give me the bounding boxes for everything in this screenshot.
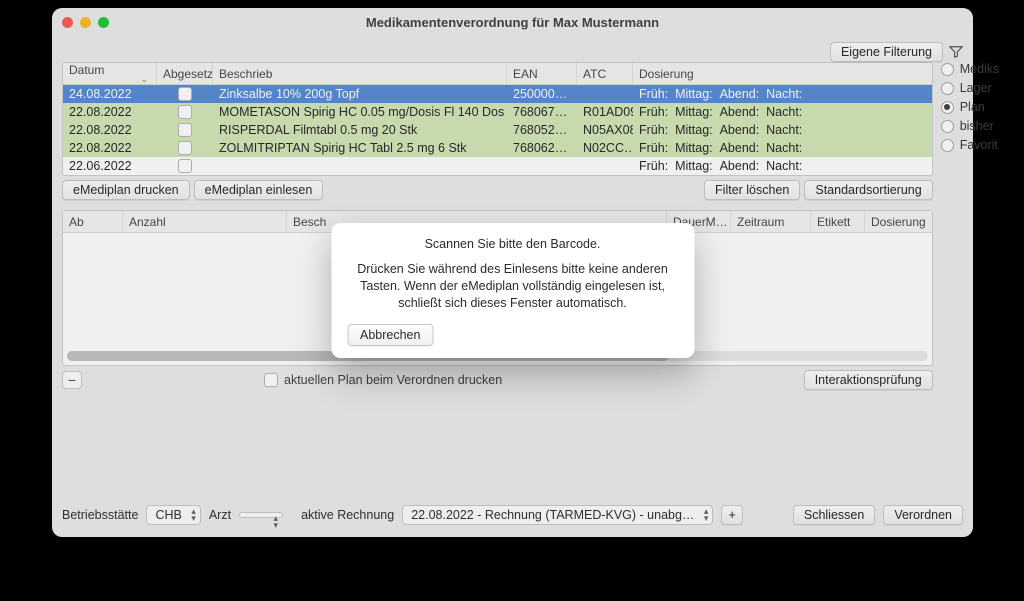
dialog-message: Drücken Sie während des Einlesens bitte … — [347, 261, 678, 312]
dialog-title: Scannen Sie bitte den Barcode. — [347, 237, 678, 251]
scan-barcode-dialog: Scannen Sie bitte den Barcode. Drücken S… — [331, 223, 694, 358]
cancel-button[interactable]: Abbrechen — [347, 324, 433, 346]
app-window: Medikamentenverordnung für Max Musterman… — [52, 8, 973, 537]
